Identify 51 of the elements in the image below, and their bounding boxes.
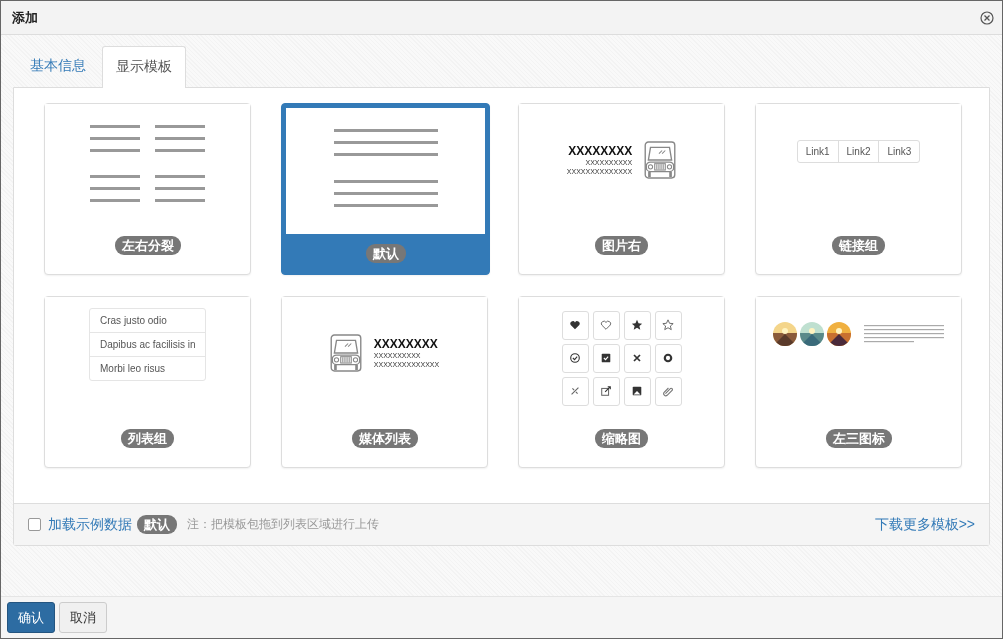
truck-icon	[329, 334, 362, 372]
media-heading: XXXXXXXX	[568, 144, 633, 158]
template-card[interactable]: 左右分裂	[44, 103, 251, 275]
glyph-icon	[569, 385, 581, 397]
truck-icon	[644, 141, 677, 179]
glyph-icon	[600, 319, 612, 331]
glyph-icon	[662, 352, 674, 364]
glyph-icon	[631, 385, 643, 397]
template-label: 缩略图	[595, 429, 648, 448]
glyph-icon	[631, 352, 643, 364]
note-text: 注：把模板包拖到列表区域进行上传	[187, 516, 379, 533]
list-item: Dapibus ac facilisis in	[90, 331, 205, 356]
glyph-icon	[600, 385, 612, 397]
text-lines-drawing	[155, 174, 205, 202]
template-card[interactable]: 左三图标	[755, 296, 962, 468]
tab[interactable]: 基本信息	[16, 45, 100, 87]
template-label: 默认	[365, 244, 406, 263]
glyph-icon	[631, 319, 643, 331]
glyph-icon	[662, 385, 674, 397]
template-label: 列表组	[121, 429, 174, 448]
link-item: Link3	[878, 140, 920, 162]
list-item: Morbi leo risus	[90, 355, 205, 380]
template-label: 媒体列表	[351, 429, 418, 448]
cancel-button[interactable]: 取消	[59, 602, 107, 633]
confirm-button[interactable]: 确认	[7, 602, 55, 633]
template-label: 链接组	[832, 236, 885, 255]
text-lines-drawing	[90, 124, 140, 152]
link-item: Link1	[804, 144, 831, 159]
glyph-icon	[569, 319, 581, 331]
glyph-icon	[600, 352, 612, 364]
text-lines-drawing	[155, 124, 205, 152]
template-label: 左右分裂	[114, 236, 181, 255]
glyph-icon	[569, 352, 581, 364]
template-card[interactable]: 缩略图	[518, 296, 725, 468]
template-label: 左三图标	[825, 429, 892, 448]
media-heading: XXXXXXXX	[373, 337, 439, 351]
list-item: Cras justo odio	[99, 313, 168, 328]
template-card[interactable]: Link1 Link2 Link3 链接组	[755, 103, 962, 275]
template-card[interactable]: 默认	[281, 103, 490, 275]
template-card[interactable]: Cras justo odio Dapibus ac facilisis in Morbi leo risus 列表组	[44, 296, 251, 468]
checkbox-label[interactable]: 加载示例数据	[48, 515, 132, 534]
download-link[interactable]: 下载更多模板>>	[874, 515, 975, 534]
text-lines-drawing	[90, 174, 140, 202]
glyph-icon	[662, 319, 674, 331]
template-label: 图片右	[595, 236, 648, 255]
link-item: Link2	[837, 140, 879, 162]
window-title: 添加	[12, 8, 38, 27]
tab[interactable]: 显示模板	[102, 46, 186, 88]
checkbox[interactable]	[28, 518, 41, 531]
default-badge: 默认	[137, 515, 177, 534]
close-icon[interactable]	[980, 10, 994, 25]
